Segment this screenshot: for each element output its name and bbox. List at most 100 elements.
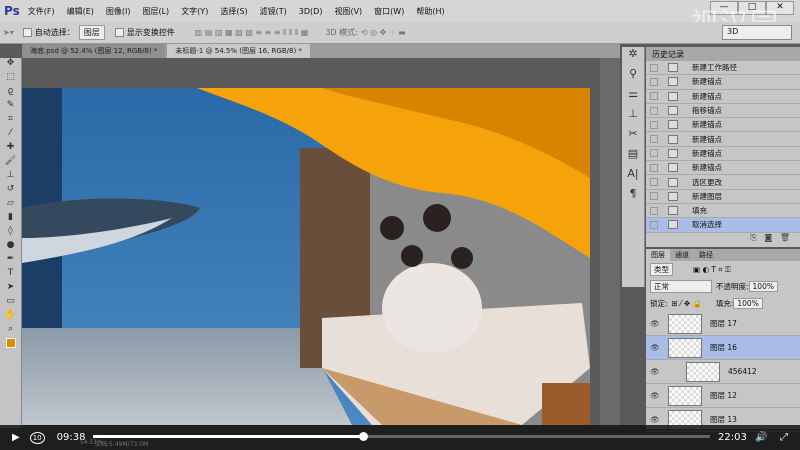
align-icons[interactable]: ▥ ▤ ▥ ▦ ▧ ▨ ≡ ≡ ≡ ⫴ ⫴ ⫴ ▦: [195, 28, 309, 38]
history-item[interactable]: 新建图层: [646, 190, 800, 204]
history-footer-icons[interactable]: ⎘ ◙ 🗑: [646, 233, 800, 245]
marquee-tool-icon[interactable]: ⬚: [0, 72, 21, 86]
tab-layers[interactable]: 图层: [646, 249, 670, 261]
type-tool-icon[interactable]: T: [0, 268, 21, 282]
progress-bar[interactable]: [93, 432, 710, 441]
show-transform-checkbox[interactable]: [114, 28, 124, 37]
eraser-tool-icon[interactable]: ▱: [0, 198, 21, 212]
eyedropper-tool-icon[interactable]: ⁄: [0, 128, 21, 142]
menu-window[interactable]: 窗口(W): [374, 6, 404, 17]
shape-tool-icon[interactable]: ▭: [0, 296, 21, 310]
clone-source-icon[interactable]: ⊥: [622, 107, 644, 127]
color-swatch[interactable]: [0, 338, 21, 352]
history-checkbox[interactable]: [650, 192, 658, 201]
dodge-tool-icon[interactable]: ●: [0, 240, 21, 254]
history-brush-icon[interactable]: ↺: [0, 184, 21, 198]
canvas-scrollbar[interactable]: [600, 58, 620, 428]
hand-tool-icon[interactable]: ✋: [0, 310, 21, 324]
layer-filter-dropdown[interactable]: 类型: [650, 263, 673, 276]
3d-mode-icons[interactable]: ⟲ ◎ ✥ ⁘ ▬: [361, 28, 406, 37]
path-select-tool-icon[interactable]: ➤: [0, 282, 21, 296]
auto-select-checkbox[interactable]: [22, 28, 32, 37]
eye-icon[interactable]: 👁: [646, 367, 664, 376]
workspace-dropdown[interactable]: 3D: [722, 25, 792, 40]
layer-comps-icon[interactable]: ▤: [622, 147, 644, 167]
history-item[interactable]: 新建工作路径: [646, 61, 800, 76]
tools-presets-icon[interactable]: ✂: [622, 127, 644, 147]
brush-tool-icon[interactable]: 🖌: [0, 156, 21, 170]
history-item[interactable]: 拖移锚点: [646, 104, 800, 119]
adjustments-icon[interactable]: ⚌: [622, 87, 644, 107]
layer-row[interactable]: 👁 图层 12: [646, 384, 800, 408]
paragraph-icon[interactable]: ¶: [622, 187, 644, 207]
tab-untitled-1[interactable]: 未标题-1 @ 54.5% (图层 16, RGB/8) *: [167, 44, 310, 58]
layer-row[interactable]: 👁 图层 16: [646, 336, 800, 360]
history-item[interactable]: 取消选择: [646, 218, 800, 233]
history-checkbox[interactable]: [650, 92, 658, 101]
history-item[interactable]: 新建锚点: [646, 118, 800, 133]
tab-haidi[interactable]: 海底.psd @ 52.4% (图层 12, RGB/8) *: [22, 44, 166, 58]
healing-tool-icon[interactable]: ✚: [0, 142, 21, 156]
menu-3d[interactable]: 3D(D): [299, 7, 323, 16]
move-tool-icon[interactable]: ✥: [0, 58, 21, 72]
eye-icon[interactable]: 👁: [646, 343, 664, 352]
progress-handle[interactable]: [358, 432, 368, 441]
gradient-tool-icon[interactable]: ▮: [0, 212, 21, 226]
menu-help[interactable]: 帮助(H): [416, 6, 444, 17]
brush-presets-icon[interactable]: ⚲: [622, 67, 644, 87]
history-item[interactable]: 新建锚点: [646, 132, 800, 147]
history-checkbox[interactable]: [650, 135, 658, 144]
volume-icon[interactable]: 🔊: [755, 432, 767, 443]
play-icon[interactable]: ▶: [12, 432, 20, 443]
history-checkbox[interactable]: [650, 178, 658, 187]
layer-row[interactable]: 👁 图层 17: [646, 312, 800, 336]
history-checkbox[interactable]: [650, 206, 658, 215]
lasso-tool-icon[interactable]: ϱ: [0, 86, 21, 100]
fill-input[interactable]: 100%: [733, 298, 763, 309]
menu-image[interactable]: 图像(I): [106, 6, 131, 17]
history-item[interactable]: 新建锚点: [646, 90, 800, 104]
blur-tool-icon[interactable]: ◊: [0, 226, 21, 240]
stamp-tool-icon[interactable]: ⊥: [0, 170, 21, 184]
history-item[interactable]: 新建锚点: [646, 147, 800, 162]
history-item[interactable]: 选区更改: [646, 175, 800, 190]
history-checkbox[interactable]: [650, 149, 658, 158]
quick-select-tool-icon[interactable]: ✎: [0, 100, 21, 114]
move-tool-icon[interactable]: ➤▾: [3, 28, 14, 37]
eye-icon[interactable]: 👁: [646, 319, 664, 328]
menu-select[interactable]: 选择(S): [220, 6, 247, 17]
eye-icon[interactable]: 👁: [646, 415, 664, 424]
layer-row[interactable]: 👁 456412: [646, 360, 800, 384]
zoom-tool-icon[interactable]: ⌕: [0, 324, 21, 338]
crop-tool-icon[interactable]: ⌗: [0, 114, 21, 128]
filter-icons[interactable]: ▣ ◐ T ⌗ ⚿: [693, 265, 731, 275]
history-checkbox[interactable]: [650, 63, 658, 72]
menu-edit[interactable]: 编辑(E): [67, 6, 94, 17]
gear-icon[interactable]: ✲: [622, 47, 644, 67]
menu-view[interactable]: 视图(V): [334, 6, 362, 17]
character-icon[interactable]: A|: [622, 167, 644, 187]
document-canvas[interactable]: [22, 88, 590, 425]
menu-filter[interactable]: 滤镜(T): [260, 6, 287, 17]
history-checkbox[interactable]: [650, 120, 658, 129]
skip-back-10-icon[interactable]: 10: [29, 431, 45, 444]
tab-channels[interactable]: 通道: [670, 249, 694, 261]
history-checkbox[interactable]: [650, 77, 658, 86]
pen-tool-icon[interactable]: ✒: [0, 254, 21, 268]
auto-select-dropdown[interactable]: 图层: [78, 25, 105, 40]
history-item[interactable]: 填充: [646, 204, 800, 219]
eye-icon[interactable]: 👁: [646, 391, 664, 400]
menu-type[interactable]: 文字(Y): [181, 6, 208, 17]
menu-layer[interactable]: 图层(L): [142, 6, 169, 17]
history-checkbox[interactable]: [650, 220, 658, 229]
opacity-input[interactable]: 100%: [748, 281, 778, 292]
history-item[interactable]: 新建锚点: [646, 75, 800, 90]
blend-mode-dropdown[interactable]: 正常: [650, 280, 712, 293]
history-item[interactable]: 新建锚点: [646, 161, 800, 176]
tab-paths[interactable]: 路径: [694, 249, 718, 261]
history-checkbox[interactable]: [650, 106, 658, 115]
fullscreen-icon[interactable]: ⤢: [780, 432, 788, 443]
menu-file[interactable]: 文件(F): [28, 6, 55, 17]
history-checkbox[interactable]: [650, 163, 658, 172]
lock-icons[interactable]: ⊞ ⁄ ✥ 🔒: [672, 299, 702, 308]
